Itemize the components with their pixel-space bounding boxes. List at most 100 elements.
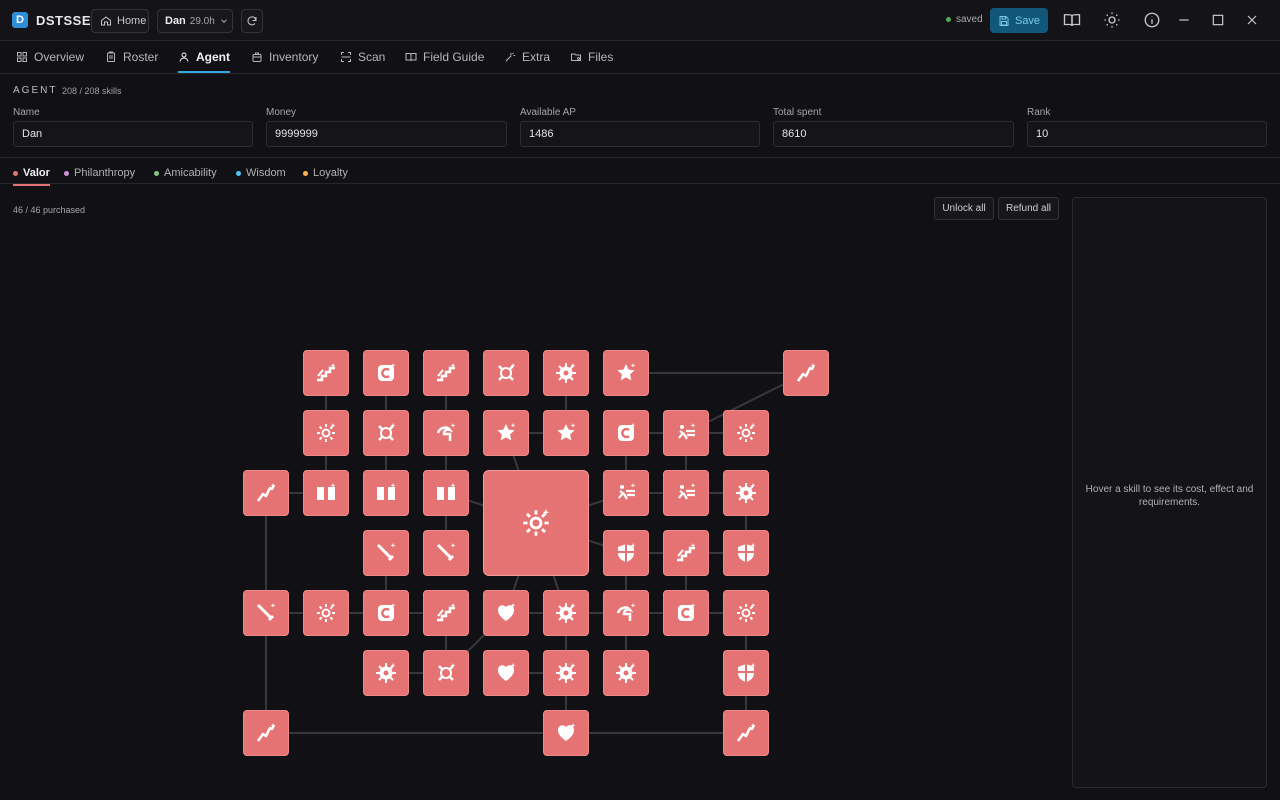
available-ap-field[interactable]: 1486 <box>520 121 760 147</box>
skill-node[interactable] <box>483 410 529 456</box>
floppy-icon <box>999 15 1009 26</box>
reload-button[interactable] <box>241 9 263 33</box>
skill-node[interactable] <box>243 470 289 516</box>
skills-count: 208 / 208 skills <box>62 86 122 96</box>
skill-node[interactable] <box>663 530 709 576</box>
target-icon <box>438 663 456 681</box>
refund-all-button[interactable]: Refund all <box>998 197 1059 220</box>
rank-label: Rank <box>1027 107 1051 118</box>
heart-icon <box>497 603 516 621</box>
skill-node[interactable] <box>243 710 289 756</box>
runner-icon <box>678 483 696 500</box>
book-icon <box>317 483 336 500</box>
money-field[interactable]: 9999999 <box>266 121 507 147</box>
skill-node[interactable] <box>603 590 649 636</box>
tab-inventory[interactable]: Inventory <box>251 41 318 73</box>
skill-node[interactable] <box>483 350 529 396</box>
skill-node[interactable] <box>423 650 469 696</box>
skill-node[interactable] <box>303 410 349 456</box>
steps-icon <box>437 603 456 622</box>
skill-node[interactable] <box>723 650 769 696</box>
skill-node-core[interactable] <box>483 470 589 576</box>
tab-roster[interactable]: Roster <box>105 41 158 73</box>
tab-extra[interactable]: Extra <box>504 41 550 73</box>
category-tab-loyalty[interactable]: Loyalty <box>303 163 348 183</box>
skill-node[interactable] <box>363 410 409 456</box>
tab-overview[interactable]: Overview <box>16 41 84 73</box>
tab-files[interactable]: Files <box>570 41 613 73</box>
skill-node[interactable] <box>543 710 589 756</box>
category-label: Valor <box>23 167 50 179</box>
home-icon <box>101 16 111 26</box>
shield-icon <box>738 663 756 682</box>
skill-node[interactable] <box>603 350 649 396</box>
skill-node[interactable] <box>783 350 829 396</box>
skill-node[interactable] <box>543 410 589 456</box>
skill-node[interactable] <box>483 650 529 696</box>
category-tab-philanthropy[interactable]: Philanthropy <box>64 163 135 183</box>
tab-scan[interactable]: Scan <box>340 41 385 73</box>
home-button[interactable]: Home <box>91 9 149 33</box>
skill-node[interactable] <box>243 590 289 636</box>
skill-node[interactable] <box>663 410 709 456</box>
skill-node[interactable] <box>363 650 409 696</box>
category-tab-wisdom[interactable]: Wisdom <box>236 163 286 183</box>
folder-icon <box>571 53 581 61</box>
sun-icon <box>737 423 756 442</box>
skill-node[interactable] <box>363 350 409 396</box>
skill-node[interactable] <box>603 410 649 456</box>
sun-icon[interactable] <box>1103 11 1121 29</box>
skill-node[interactable] <box>363 470 409 516</box>
bolt-icon <box>796 363 816 382</box>
save-button[interactable]: Save <box>990 8 1048 33</box>
skill-node[interactable] <box>483 590 529 636</box>
skill-node[interactable] <box>543 650 589 696</box>
skill-node[interactable] <box>723 710 769 756</box>
skill-node[interactable] <box>723 590 769 636</box>
book-open-icon[interactable] <box>1063 11 1081 29</box>
skill-node[interactable] <box>603 470 649 516</box>
skill-node[interactable] <box>303 470 349 516</box>
skill-node[interactable] <box>423 350 469 396</box>
skill-node[interactable] <box>423 470 469 516</box>
star-icon <box>617 363 636 381</box>
category-label: Loyalty <box>313 167 348 179</box>
skill-node[interactable] <box>423 530 469 576</box>
maximize-icon[interactable] <box>1210 11 1226 29</box>
category-label: Philanthropy <box>74 167 136 179</box>
shield-c-icon <box>378 363 396 381</box>
skill-node[interactable] <box>543 350 589 396</box>
category-label: Amicability <box>164 167 217 179</box>
total-spent-field[interactable]: 8610 <box>773 121 1014 147</box>
skill-node[interactable] <box>723 410 769 456</box>
minimize-icon[interactable] <box>1176 11 1192 29</box>
skill-node[interactable] <box>543 590 589 636</box>
sun-icon <box>737 603 756 622</box>
category-tab-amicability[interactable]: Amicability <box>154 163 217 183</box>
skill-node[interactable] <box>363 530 409 576</box>
skill-node[interactable] <box>303 590 349 636</box>
tab-field-guide-label: Field Guide <box>423 50 485 64</box>
skill-node[interactable] <box>663 470 709 516</box>
skill-node[interactable] <box>603 530 649 576</box>
skill-node[interactable] <box>303 350 349 396</box>
skill-node[interactable] <box>723 470 769 516</box>
skill-node[interactable] <box>723 530 769 576</box>
skill-node[interactable] <box>423 590 469 636</box>
save-name: Dan <box>165 15 186 27</box>
category-tab-valor[interactable]: Valor <box>13 163 50 186</box>
unlock-all-button[interactable]: Unlock all <box>934 197 994 220</box>
info-icon[interactable] <box>1143 11 1161 29</box>
skill-node[interactable] <box>663 590 709 636</box>
save-selector[interactable]: Dan 29.0h <box>157 9 233 33</box>
skill-node[interactable] <box>363 590 409 636</box>
close-icon[interactable] <box>1244 11 1260 29</box>
name-field[interactable]: Dan <box>13 121 253 147</box>
clipboard-icon <box>107 51 115 62</box>
skill-node[interactable] <box>603 650 649 696</box>
tab-agent[interactable]: Agent <box>178 41 230 73</box>
rank-field[interactable]: 10 <box>1027 121 1267 147</box>
burst-icon <box>736 483 756 503</box>
tab-field-guide[interactable]: Field Guide <box>405 41 484 73</box>
skill-node[interactable] <box>423 410 469 456</box>
